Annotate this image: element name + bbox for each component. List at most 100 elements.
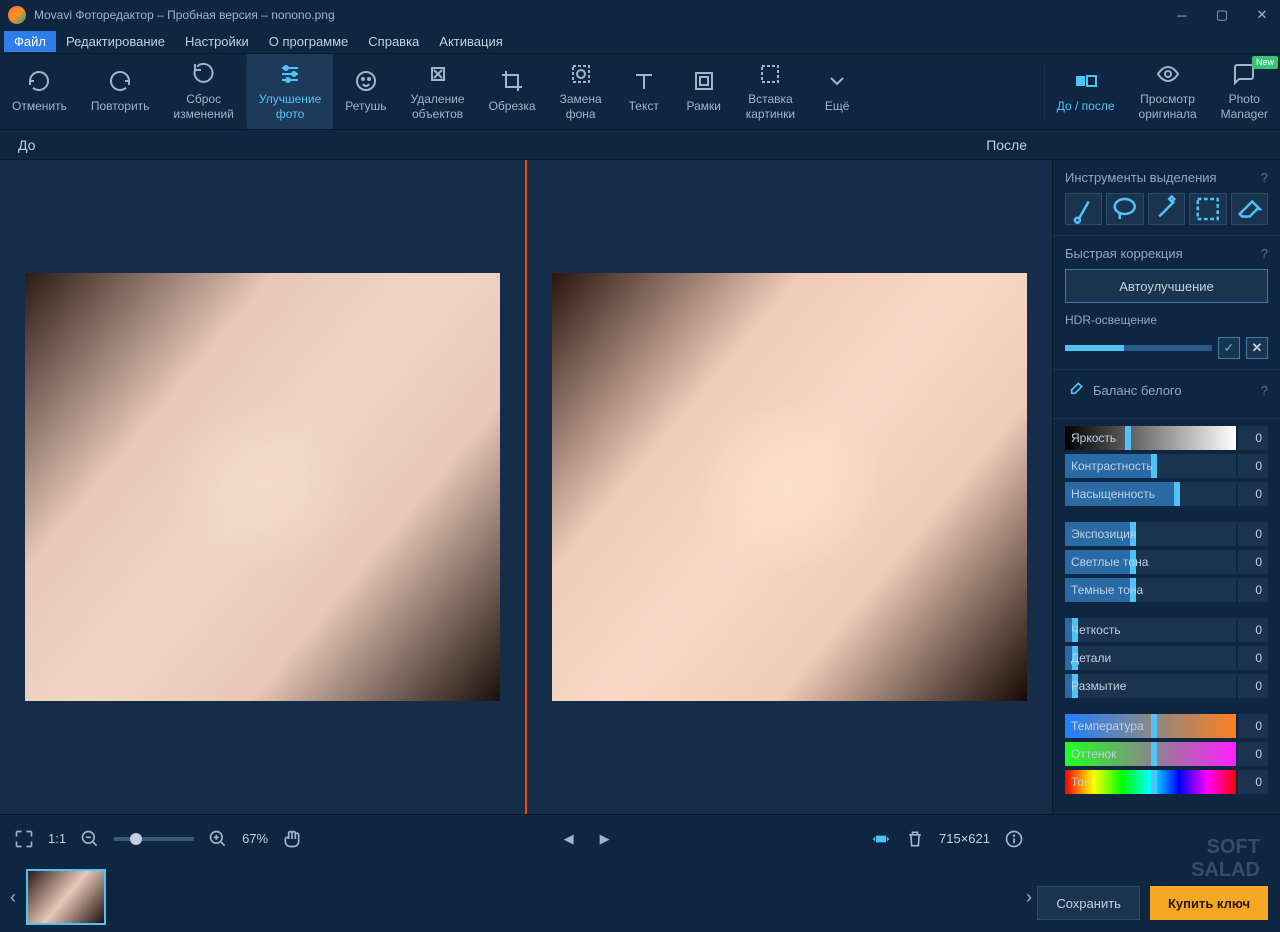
zoom-out-icon[interactable] [80,829,100,849]
compare-icon [1074,69,1098,93]
zoom-value: 67% [242,831,268,846]
slider-Температура[interactable]: Температура [1065,714,1236,738]
menu-edit[interactable]: Редактирование [56,31,175,52]
lasso-tool[interactable] [1106,193,1143,225]
fullscreen-icon[interactable] [14,829,34,849]
menu-help[interactable]: Справка [358,31,429,52]
thumbnail[interactable] [26,869,106,925]
menu-file[interactable]: Файл [4,31,56,52]
prev-icon[interactable]: ◀ [559,829,579,849]
titlebar: Movavi Фоторедактор – Пробная версия – n… [0,0,1280,30]
tool-undo[interactable]: Отменить [0,54,79,129]
app-logo-icon [8,6,26,24]
tool-remove-objects[interactable]: Удаление объектов [399,54,477,129]
tool-before-after[interactable]: До / после [1045,54,1127,129]
tool-more[interactable]: Ещё [807,54,867,129]
undo-icon [27,69,51,93]
reset-icon [192,62,216,86]
hdr-label: HDR-освещение [1065,313,1268,327]
slider-value[interactable]: 0 [1238,482,1268,506]
hdr-slider[interactable] [1065,345,1212,351]
slider-value[interactable]: 0 [1238,578,1268,602]
frame-icon [692,69,716,93]
slider-Яркость[interactable]: Яркость [1065,426,1236,450]
tool-redo[interactable]: Повторить [79,54,162,129]
hdr-apply-button[interactable]: ✓ [1218,337,1240,359]
tool-reset[interactable]: Сброс изменений [161,54,245,129]
tool-view-original[interactable]: Просмотр оригинала [1127,54,1209,129]
menu-about[interactable]: О программе [259,31,359,52]
maximize-button[interactable]: ▢ [1212,5,1232,25]
zoom-slider[interactable] [114,837,194,841]
slider-Светлые тона[interactable]: Светлые тона [1065,550,1236,574]
tool-crop[interactable]: Обрезка [477,54,548,129]
slider-value[interactable]: 0 [1238,742,1268,766]
slider-Насыщенность[interactable]: Насыщенность [1065,482,1236,506]
ratio-label[interactable]: 1:1 [48,831,66,846]
toolbar: Отменить Повторить Сброс изменений Улучш… [0,54,1280,130]
canvas[interactable] [0,160,1052,814]
thumb-next[interactable]: › [1026,887,1032,908]
wand-tool[interactable] [1148,193,1185,225]
dimensions-label: 715×621 [939,831,990,846]
hand-icon[interactable] [282,829,302,849]
close-button[interactable]: ✕ [1252,5,1272,25]
brush-tool[interactable] [1065,193,1102,225]
slider-Тон[interactable]: Тон [1065,770,1236,794]
eyedropper-icon[interactable] [1065,380,1085,400]
redo-icon [108,69,132,93]
fit-icon[interactable] [871,829,891,849]
tool-photo-manager[interactable]: New Photo Manager [1209,54,1280,129]
tool-insert-image[interactable]: Вставка картинки [734,54,807,129]
marquee-tool[interactable] [1189,193,1226,225]
face-icon [354,69,378,93]
after-label: После [986,137,1027,153]
zoom-in-icon[interactable] [208,829,228,849]
trash-icon[interactable] [905,829,925,849]
insert-image-icon [758,62,782,86]
tool-enhance[interactable]: Улучшение фото [247,54,333,129]
slider-value[interactable]: 0 [1238,454,1268,478]
photo-before [25,273,500,701]
info-icon[interactable] [1004,829,1024,849]
thumb-prev[interactable]: ‹ [10,887,16,908]
hdr-cancel-button[interactable]: ✕ [1246,337,1268,359]
menu-activation[interactable]: Активация [429,31,512,52]
slider-value[interactable]: 0 [1238,674,1268,698]
tool-frames[interactable]: Рамки [674,54,734,129]
tool-background[interactable]: Замена фона [548,54,614,129]
crop-icon [500,69,524,93]
menu-settings[interactable]: Настройки [175,31,259,52]
auto-enhance-button[interactable]: Автоулучшение [1065,269,1268,303]
tool-retouch[interactable]: Ретушь [333,54,398,129]
slider-value[interactable]: 0 [1238,618,1268,642]
slider-value[interactable]: 0 [1238,426,1268,450]
slider-value[interactable]: 0 [1238,770,1268,794]
slider-value[interactable]: 0 [1238,550,1268,574]
slider-Оттенок[interactable]: Оттенок [1065,742,1236,766]
slider-Темные тона[interactable]: Темные тона [1065,578,1236,602]
slider-Контрастность[interactable]: Контрастность [1065,454,1236,478]
photo-after [552,273,1027,701]
slider-value[interactable]: 0 [1238,522,1268,546]
eraser-tool[interactable] [1231,193,1268,225]
menubar: Файл Редактирование Настройки О программ… [0,30,1280,54]
tool-text[interactable]: Текст [614,54,674,129]
help-icon[interactable]: ? [1261,246,1268,261]
slider-value[interactable]: 0 [1238,714,1268,738]
slider-Детали[interactable]: Детали [1065,646,1236,670]
window-title: Movavi Фоторедактор – Пробная версия – n… [34,8,1172,22]
buy-key-button[interactable]: Купить ключ [1150,886,1268,920]
help-icon[interactable]: ? [1261,383,1268,398]
minimize-button[interactable]: ─ [1172,5,1192,25]
slider-value[interactable]: 0 [1238,646,1268,670]
text-icon [632,69,656,93]
slider-Четкость[interactable]: Четкость [1065,618,1236,642]
help-icon[interactable]: ? [1261,170,1268,185]
next-icon[interactable]: ▶ [595,829,615,849]
slider-Размытие[interactable]: Размытие [1065,674,1236,698]
slider-Экспозиция[interactable]: Экспозиция [1065,522,1236,546]
quick-correction-title: Быстрая коррекция [1065,246,1183,261]
eye-icon [1156,62,1180,86]
save-button[interactable]: Сохранить [1037,886,1140,920]
